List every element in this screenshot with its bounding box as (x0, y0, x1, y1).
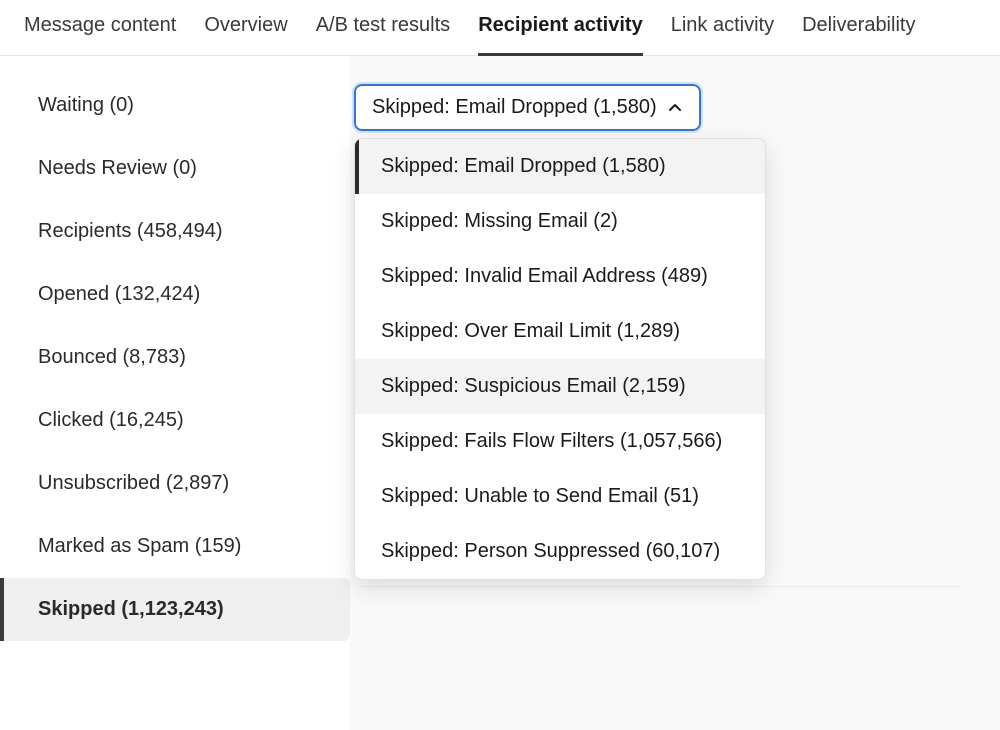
sidebar: Waiting (0) Needs Review (0) Recipients … (0, 56, 350, 730)
sidebar-item-opened[interactable]: Opened (132,424) (0, 263, 350, 326)
dropdown-selected-label: Skipped: Email Dropped (1,580) (372, 96, 657, 119)
dropdown-option-suspicious-email[interactable]: Skipped: Suspicious Email (2,159) (355, 359, 765, 414)
tab-overview[interactable]: Overview (204, 0, 287, 57)
skip-reason-dropdown-menu: Skipped: Email Dropped (1,580) Skipped: … (354, 138, 766, 580)
dropdown-option-missing-email[interactable]: Skipped: Missing Email (2) (355, 194, 765, 249)
chevron-up-icon (667, 100, 683, 116)
dropdown-option-over-email-limit[interactable]: Skipped: Over Email Limit (1,289) (355, 304, 765, 359)
skip-reason-dropdown[interactable]: Skipped: Email Dropped (1,580) (354, 84, 701, 131)
tab-recipient-activity[interactable]: Recipient activity (478, 0, 643, 57)
tabs-bar: Message content Overview A/B test result… (0, 0, 1000, 56)
sidebar-item-skipped[interactable]: Skipped (1,123,243) (0, 578, 350, 641)
dropdown-option-invalid-email[interactable]: Skipped: Invalid Email Address (489) (355, 249, 765, 304)
sidebar-item-recipients[interactable]: Recipients (458,494) (0, 200, 350, 263)
tab-message-content[interactable]: Message content (24, 0, 176, 57)
sidebar-item-waiting[interactable]: Waiting (0) (0, 74, 350, 137)
tab-deliverability[interactable]: Deliverability (802, 0, 915, 57)
dropdown-option-email-dropped[interactable]: Skipped: Email Dropped (1,580) (355, 139, 765, 194)
sidebar-item-needs-review[interactable]: Needs Review (0) (0, 137, 350, 200)
list-divider (360, 586, 960, 587)
tab-link-activity[interactable]: Link activity (671, 0, 774, 57)
dropdown-option-person-suppressed[interactable]: Skipped: Person Suppressed (60,107) (355, 524, 765, 579)
main-area: Waiting (0) Needs Review (0) Recipients … (0, 56, 1000, 730)
sidebar-item-unsubscribed[interactable]: Unsubscribed (2,897) (0, 452, 350, 515)
sidebar-item-bounced[interactable]: Bounced (8,783) (0, 326, 350, 389)
sidebar-item-marked-as-spam[interactable]: Marked as Spam (159) (0, 515, 350, 578)
tab-ab-test-results[interactable]: A/B test results (316, 0, 451, 57)
sidebar-item-clicked[interactable]: Clicked (16,245) (0, 389, 350, 452)
content-area: truongbrandin@gmail.co Skipped: Email Dr… (350, 56, 1000, 730)
dropdown-option-fails-flow-filters[interactable]: Skipped: Fails Flow Filters (1,057,566) (355, 414, 765, 469)
dropdown-option-unable-to-send[interactable]: Skipped: Unable to Send Email (51) (355, 469, 765, 524)
